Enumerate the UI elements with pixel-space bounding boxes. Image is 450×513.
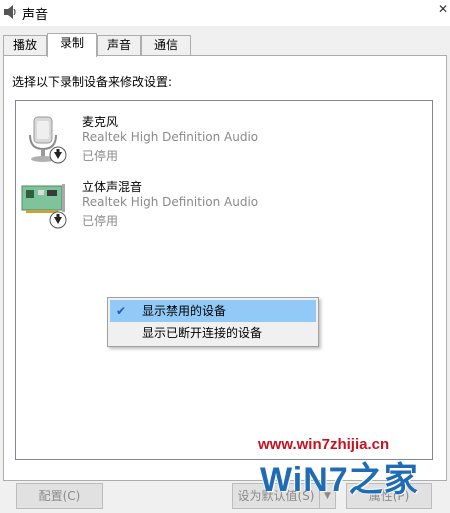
sound-card-icon xyxy=(21,184,67,229)
tab-communications[interactable]: 通信 xyxy=(141,35,191,55)
tab-label: 声音 xyxy=(106,38,131,52)
configure-button[interactable]: 配置(C) xyxy=(16,483,103,509)
window-title: 声音 xyxy=(22,8,49,23)
instruction-text: 选择以下录制设备来修改设置: xyxy=(12,75,173,89)
list-item-stereo-mix[interactable]: 立体声混音 Realtek High Definition Audio 已停用 xyxy=(16,176,316,236)
microphone-icon xyxy=(29,116,67,164)
menu-item-label: 显示禁用的设备 xyxy=(142,304,227,318)
title-bar: 声音 ✕ xyxy=(0,0,450,26)
checkmark-icon: ✔ xyxy=(116,304,127,318)
button-label: 配置(C) xyxy=(38,489,81,503)
context-menu: ✔ 显示禁用的设备 显示已断开连接的设备 xyxy=(107,297,319,347)
close-button[interactable]: ✕ xyxy=(436,0,450,18)
menu-item-label: 显示已断开连接的设备 xyxy=(142,326,263,340)
watermark-logo: WiN7之家 xyxy=(260,452,440,502)
tab-recording[interactable]: 录制 xyxy=(47,33,97,57)
tab-sounds[interactable]: 声音 xyxy=(97,35,141,55)
device-driver: Realtek High Definition Audio xyxy=(82,195,259,209)
tab-playback[interactable]: 播放 xyxy=(3,35,47,55)
speaker-icon xyxy=(4,5,16,19)
tab-label: 播放 xyxy=(12,38,37,52)
tab-label: 通信 xyxy=(153,38,178,52)
device-name: 麦克风 xyxy=(82,115,119,129)
list-item-microphone[interactable]: 麦克风 Realtek High Definition Audio 已停用 xyxy=(16,111,316,171)
sound-dialog: 播放 录制 声音 通信 选择以下录制设备来修改设置: 麦克风 Realtek H… xyxy=(0,26,450,513)
close-icon: ✕ xyxy=(437,2,449,16)
device-list[interactable]: 麦克风 Realtek High Definition Audio 已停用 立体… xyxy=(15,100,433,460)
device-driver: Realtek High Definition Audio xyxy=(82,130,259,144)
menu-item-show-disabled[interactable]: ✔ 显示禁用的设备 xyxy=(110,300,316,322)
device-status: 已停用 xyxy=(82,149,119,163)
device-status: 已停用 xyxy=(82,214,119,228)
watermark-url: www.win7zhijia.cn xyxy=(258,436,390,453)
watermark-logo-text: WiN7之家 xyxy=(260,461,419,499)
device-name: 立体声混音 xyxy=(82,180,143,194)
menu-item-show-disconnected[interactable]: 显示已断开连接的设备 xyxy=(110,322,316,344)
tab-label: 录制 xyxy=(59,36,84,50)
